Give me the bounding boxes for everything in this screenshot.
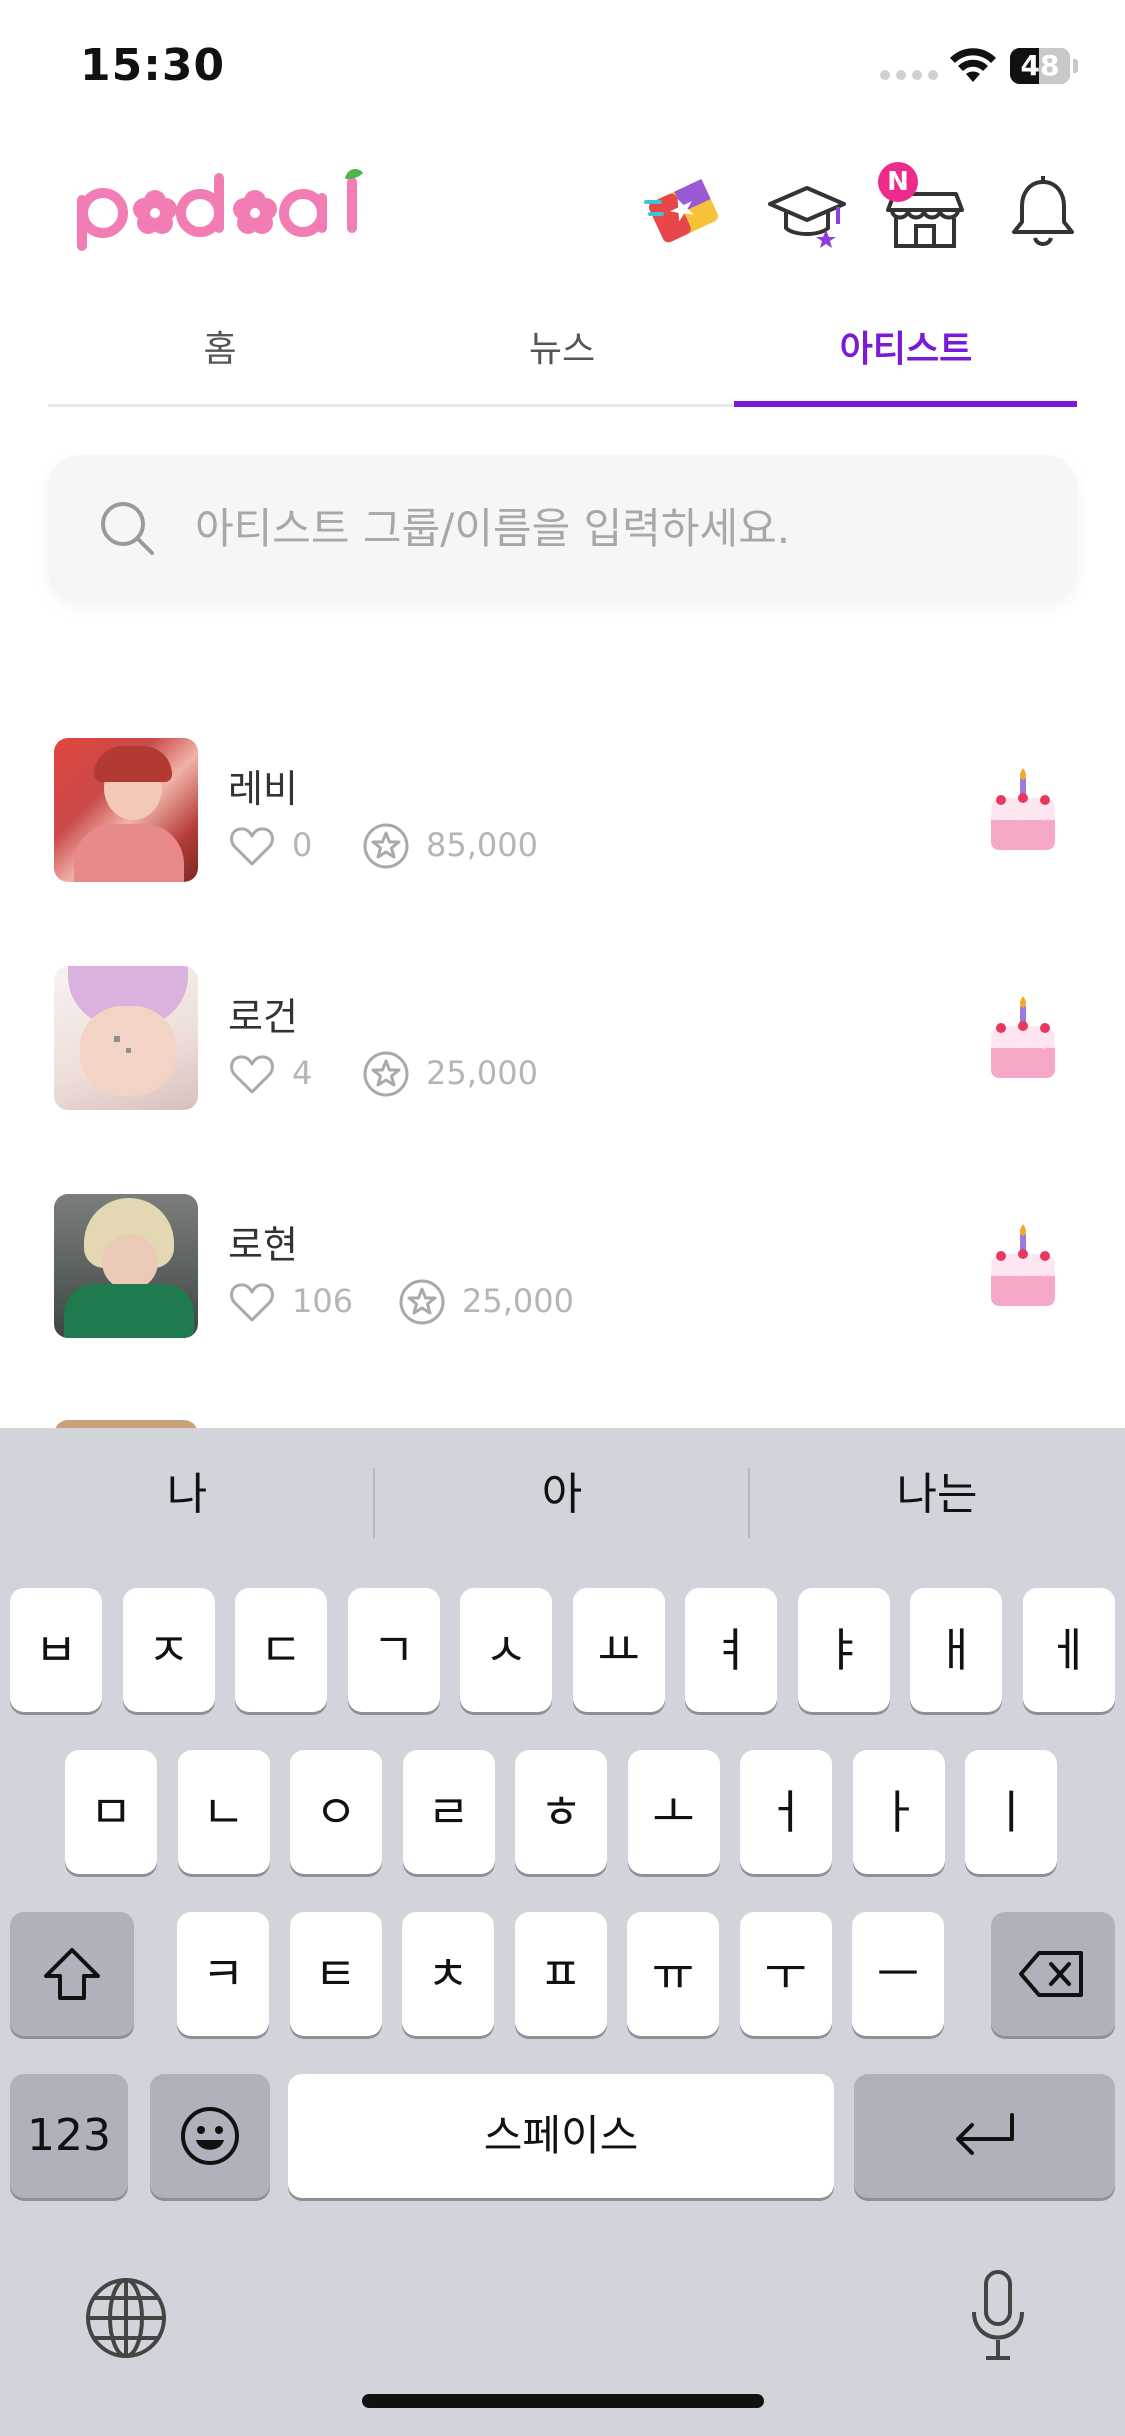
key-row3-4[interactable]: ㅠ <box>627 1912 719 2036</box>
artist-row[interactable]: 로현 106 25,000 <box>0 1194 1125 1354</box>
battery-level: 48 <box>1020 49 1060 82</box>
space-key[interactable]: 스페이스 <box>288 2074 834 2198</box>
birthday-cake-icon <box>991 768 1055 850</box>
bell-icon[interactable] <box>1000 170 1086 256</box>
key-row3-2[interactable]: ㅊ <box>402 1912 494 2036</box>
tab-active-indicator <box>734 401 1077 407</box>
like-count: 4 <box>292 1054 313 1092</box>
artist-row[interactable]: 로건 4 25,000 <box>0 966 1125 1126</box>
birthday-cake-icon <box>991 996 1055 1078</box>
tab-news[interactable]: 뉴스 <box>390 320 734 372</box>
star-coin-icon <box>363 823 409 869</box>
status-time: 15:30 <box>80 40 226 91</box>
star-count: 25,000 <box>426 1054 538 1092</box>
globe-icon[interactable] <box>84 2276 168 2360</box>
search-icon <box>101 502 154 555</box>
key-row3-6[interactable]: ㅡ <box>852 1912 944 2036</box>
key-row2-5[interactable]: ㅗ <box>627 1750 720 1874</box>
key-row1-9[interactable]: ㅔ <box>1022 1588 1115 1712</box>
backspace-key[interactable] <box>991 1912 1115 2036</box>
key-row2-8[interactable]: ㅣ <box>965 1750 1057 1874</box>
key-row2-3[interactable]: ㄹ <box>402 1750 495 1874</box>
key-row2-4[interactable]: ㅎ <box>515 1750 607 1874</box>
search-input[interactable] <box>193 487 1037 569</box>
artist-name: 로건 <box>228 995 298 1039</box>
artist-photo <box>54 966 198 1110</box>
star-count: 85,000 <box>426 826 538 864</box>
return-icon <box>955 2113 1014 2155</box>
tab-artist[interactable]: 아티스트 <box>734 320 1078 372</box>
artist-name: 레비 <box>228 767 298 811</box>
artist-row[interactable]: 레비 0 85,000 <box>0 738 1125 898</box>
emoji-key[interactable] <box>150 2074 270 2198</box>
battery-icon: 48 <box>1010 48 1080 86</box>
key-row1-2[interactable]: ㄷ <box>235 1588 327 1712</box>
key-row1-0[interactable]: ㅂ <box>10 1588 102 1712</box>
backspace-icon <box>1019 1951 1083 1997</box>
suggestion-1[interactable]: 나 <box>0 1458 374 1522</box>
key-row1-5[interactable]: ㅛ <box>572 1588 665 1712</box>
return-key[interactable] <box>854 2074 1115 2198</box>
star-count: 25,000 <box>462 1282 574 1320</box>
key-row1-4[interactable]: ㅅ <box>460 1588 552 1712</box>
key-row2-2[interactable]: ㅇ <box>290 1750 382 1874</box>
shop-new-badge: N <box>878 162 918 202</box>
key-row2-0[interactable]: ㅁ <box>65 1750 157 1874</box>
star-coin-icon <box>363 1051 409 1097</box>
key-row3-1[interactable]: ㅌ <box>289 1912 382 2036</box>
suggestion-2[interactable]: 아 <box>375 1458 749 1522</box>
key-row3-5[interactable]: ㅜ <box>739 1912 832 2036</box>
emoji-icon <box>181 2107 239 2165</box>
heart-icon[interactable] <box>228 1278 276 1326</box>
key-row2-7[interactable]: ㅏ <box>852 1750 945 1874</box>
artist-photo <box>54 738 198 882</box>
microphone-icon[interactable] <box>966 2268 1030 2364</box>
search-bar[interactable] <box>48 455 1077 601</box>
graduation-cap-icon[interactable] <box>764 170 850 256</box>
key-row1-7[interactable]: ㅑ <box>797 1588 890 1712</box>
korean-keyboard: 나 아 나는 123 스페이스 ㅂㅈ ㄷ ㄱ ㅅ ㅛ ㅕ ㅑ ㅐ ㅔ ㅁ ㄴ ㅇ… <box>0 1428 1125 2436</box>
key-row3-0[interactable]: ㅋ <box>177 1912 269 2036</box>
key-row1-3[interactable]: ㄱ <box>347 1588 440 1712</box>
home-indicator <box>362 2394 764 2408</box>
key-row2-6[interactable]: ㅓ <box>740 1750 832 1874</box>
star-coin-icon <box>399 1279 445 1325</box>
key-row1-1[interactable]: ㅈ <box>122 1588 215 1712</box>
shift-icon <box>44 1948 100 2000</box>
suggestion-3[interactable]: 나는 <box>750 1458 1124 1522</box>
heart-icon[interactable] <box>228 822 276 870</box>
key-row2-1[interactable]: ㄴ <box>177 1750 270 1874</box>
wifi-icon <box>950 48 996 82</box>
shift-key[interactable] <box>10 1912 134 2036</box>
artist-name: 로현 <box>228 1223 298 1267</box>
artist-photo <box>54 1194 198 1338</box>
like-count: 0 <box>292 826 313 864</box>
like-count: 106 <box>292 1282 354 1320</box>
key-row1-8[interactable]: ㅐ <box>910 1588 1002 1712</box>
key-row3-3[interactable]: ㅍ <box>514 1912 607 2036</box>
key-row1-6[interactable]: ㅕ <box>685 1588 777 1712</box>
numbers-key[interactable]: 123 <box>10 2074 128 2198</box>
tab-home[interactable]: 홈 <box>48 320 392 372</box>
cellular-signal-icon <box>880 70 938 80</box>
podoal-logo <box>77 169 363 251</box>
heart-icon[interactable] <box>228 1050 276 1098</box>
birthday-cake-icon <box>991 1224 1055 1306</box>
ticket-icon[interactable] <box>640 170 726 256</box>
